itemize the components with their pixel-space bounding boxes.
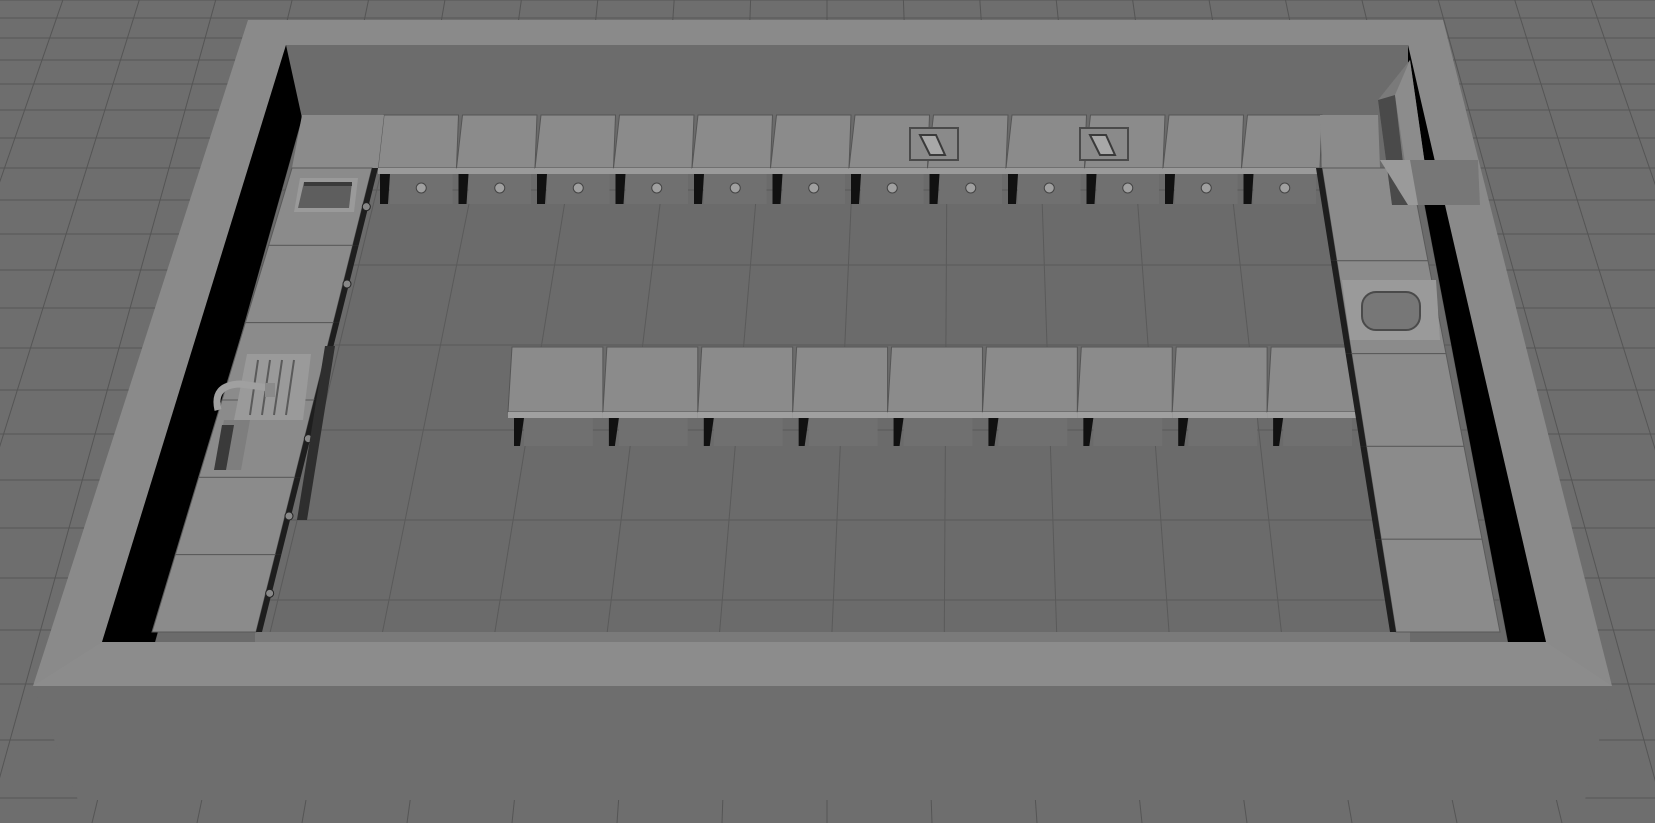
back-wall-inner <box>286 45 1408 118</box>
cabinet-front <box>1283 418 1352 446</box>
countertop <box>534 114 617 169</box>
countertop-edge <box>1084 168 1163 174</box>
drawer-knob <box>1279 182 1291 194</box>
drawer-knob <box>361 202 371 212</box>
wall-front-top-edge <box>33 642 1612 686</box>
cabinet-front <box>903 418 973 446</box>
countertop-corner <box>292 115 384 168</box>
countertop <box>1005 114 1088 169</box>
countertop-edge <box>1077 412 1173 418</box>
countertop <box>887 346 983 413</box>
cabinet-front <box>524 418 593 446</box>
countertop-edge <box>982 412 1078 418</box>
countertop <box>1240 114 1323 169</box>
countertop-corner <box>1320 115 1380 168</box>
countertop <box>1076 346 1173 413</box>
countertop-edge <box>697 412 793 418</box>
countertop <box>697 346 794 413</box>
countertop-edge <box>927 168 1006 174</box>
drawer-knob <box>284 511 294 521</box>
counter-module <box>612 114 695 204</box>
countertop <box>1351 353 1465 447</box>
drawer-knob <box>494 182 506 194</box>
countertop-edge <box>508 412 603 418</box>
countertop-edge <box>1163 168 1242 174</box>
countertop-edge <box>692 168 771 174</box>
countertop <box>792 346 889 413</box>
cabinet-front <box>998 418 1068 446</box>
counter-module <box>534 114 617 204</box>
countertop-edge <box>602 412 698 418</box>
countertop-edge <box>456 168 535 174</box>
counter-module <box>377 114 460 204</box>
countertop <box>1380 538 1501 633</box>
countertop <box>1162 114 1245 169</box>
drawer-knob <box>342 279 352 289</box>
countertop-edge <box>1006 168 1085 174</box>
countertop <box>981 346 1078 413</box>
countertop-edge <box>1172 412 1268 418</box>
drawer-knob <box>265 588 275 598</box>
countertop <box>602 346 699 413</box>
wash-basin[interactable] <box>1342 280 1440 340</box>
counter-module <box>1005 114 1088 204</box>
drawer-knob <box>1043 182 1055 194</box>
cabinet-front <box>808 418 878 446</box>
countertop-edge <box>887 412 983 418</box>
countertop-edge <box>535 168 614 174</box>
counter-module <box>151 554 282 633</box>
countertop-edge <box>1241 168 1320 174</box>
cabinet-front <box>713 418 783 446</box>
drawer-knob <box>1200 182 1212 194</box>
counter-module <box>455 114 538 204</box>
countertop <box>612 114 695 169</box>
drawer-knob <box>886 182 898 194</box>
cabinet-front <box>1188 418 1258 446</box>
countertop <box>377 114 460 169</box>
counter-module <box>769 114 852 204</box>
drawer-knob <box>808 182 820 194</box>
countertop <box>455 114 538 169</box>
countertop <box>507 346 604 413</box>
countertop-edge <box>613 168 692 174</box>
countertop-edge <box>378 168 457 174</box>
countertop-edge <box>770 168 849 174</box>
counter-module <box>1240 114 1323 204</box>
drawer-knob <box>415 182 427 194</box>
countertop <box>1365 445 1483 540</box>
sink[interactable] <box>294 178 358 212</box>
stove-burner[interactable] <box>1079 127 1129 161</box>
countertop <box>1171 346 1268 413</box>
drawer-knob <box>651 182 663 194</box>
counter-module <box>691 114 774 204</box>
counter-module <box>1360 445 1483 540</box>
counter-module <box>1375 538 1501 633</box>
countertop-edge <box>1267 412 1362 418</box>
countertop-edge <box>792 412 888 418</box>
cabinet-front <box>618 418 688 446</box>
kitchen-scene[interactable] <box>0 0 1655 823</box>
island-counter-row <box>507 346 1363 446</box>
counter-module <box>1345 353 1465 447</box>
cabinet-front <box>1093 418 1163 446</box>
wall-front-inner-strip <box>255 632 1410 642</box>
3d-viewport[interactable] <box>0 0 1655 823</box>
stove-burner[interactable] <box>909 127 959 161</box>
wall-front-face <box>33 686 1612 800</box>
countertop <box>769 114 852 169</box>
countertop <box>691 114 774 169</box>
counter-module <box>1162 114 1245 204</box>
drawer-knob <box>572 182 584 194</box>
drawer-knob <box>1122 182 1134 194</box>
countertop-edge <box>849 168 928 174</box>
drawer-knob <box>729 182 741 194</box>
drawer-knob <box>965 182 977 194</box>
